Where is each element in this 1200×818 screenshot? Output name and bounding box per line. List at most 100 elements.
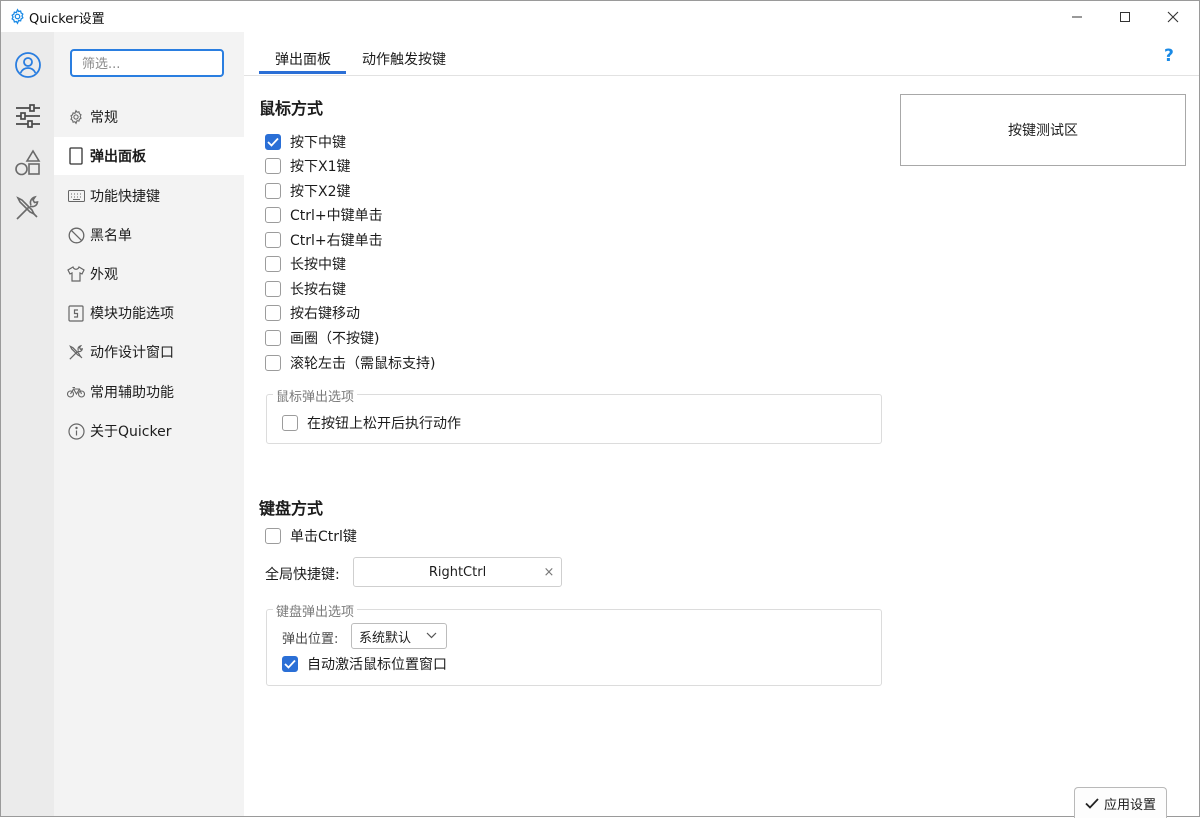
nav-item-label: 黑名单: [90, 228, 132, 244]
chevron-down-icon: [426, 632, 437, 639]
mouse-section-title: 鼠标方式: [259, 99, 324, 118]
checkbox-label: 按右键移动: [290, 306, 360, 322]
nav-item-label: 动作设计窗口: [90, 345, 174, 361]
clear-hotkey-button[interactable]: ×: [543, 564, 555, 580]
info-icon: [67, 422, 85, 440]
checkbox[interactable]: [265, 232, 281, 248]
checkbox-label: 在按钮上松开后执行动作: [307, 416, 461, 432]
rail-user-button[interactable]: [1, 42, 54, 88]
nav-item-general[interactable]: 常规: [54, 98, 244, 136]
mouse-option-long-right[interactable]: 长按右键: [265, 279, 346, 299]
nav-item-label: 功能快捷键: [90, 189, 160, 205]
key-test-area[interactable]: 按键测试区: [900, 94, 1186, 166]
rail-tools-button[interactable]: [1, 185, 54, 231]
shapes-icon: [14, 149, 40, 176]
checkbox[interactable]: [265, 207, 281, 223]
checkbox[interactable]: [282, 656, 298, 672]
tab-popup-panel[interactable]: 弹出面板: [275, 49, 331, 69]
global-hotkey-label: 全局快捷键:: [265, 567, 340, 583]
nav-item-label: 外观: [90, 267, 118, 283]
rail-shapes-button[interactable]: [1, 140, 54, 186]
nav-item-label: 弹出面板: [90, 149, 146, 165]
active-tab-indicator: [259, 71, 346, 74]
maximize-icon: [1120, 11, 1130, 22]
settings-gear-icon: [11, 8, 24, 25]
key-test-label: 按键测试区: [1008, 123, 1078, 139]
release-on-button-option[interactable]: 在按钮上松开后执行动作: [282, 413, 461, 433]
mouse-option-middle-click[interactable]: 按下中键: [265, 132, 346, 152]
keyboard-icon: [67, 187, 85, 205]
filter-input[interactable]: [80, 52, 219, 76]
checkbox-label: 长按中键: [290, 257, 346, 273]
tools-icon: [15, 195, 38, 220]
mouse-option-long-middle[interactable]: 长按中键: [265, 254, 346, 274]
tshirt-icon: [67, 265, 85, 283]
minimize-icon: [1072, 16, 1082, 17]
checkbox[interactable]: [265, 355, 281, 371]
maximize-button[interactable]: [1102, 1, 1148, 32]
tools-icon: [67, 343, 85, 361]
nav-item-label: 常规: [90, 110, 118, 126]
checkbox[interactable]: [265, 158, 281, 174]
checkbox[interactable]: [265, 305, 281, 321]
checkbox-label: 画圈（不按键): [290, 331, 380, 347]
checkbox[interactable]: [265, 330, 281, 346]
help-button[interactable]: ?: [1164, 46, 1174, 66]
filter-field[interactable]: [70, 49, 224, 77]
minimize-button[interactable]: [1054, 1, 1100, 32]
mouse-option-x2[interactable]: 按下X2键: [265, 181, 351, 201]
tab-action-trigger-keys[interactable]: 动作触发按键: [362, 49, 446, 69]
mouse-option-x1[interactable]: 按下X1键: [265, 156, 351, 176]
checkbox-label: 按下中键: [290, 135, 346, 151]
popup-position-select[interactable]: 系统默认: [351, 623, 447, 649]
icon-rail: [1, 32, 54, 816]
checkbox-label: 单击Ctrl键: [290, 529, 357, 545]
nav-item-popup-panel[interactable]: 弹出面板: [54, 137, 244, 175]
checkbox[interactable]: [265, 256, 281, 272]
mouse-popup-options-group: 鼠标弹出选项 在按钮上松开后执行动作: [266, 386, 882, 444]
nav-item-module-options[interactable]: 模块功能选项: [54, 294, 244, 332]
checkbox-label: 长按右键: [290, 282, 346, 298]
nav-item-label: 模块功能选项: [90, 306, 174, 322]
popup-position-value: 系统默认: [359, 630, 412, 646]
nav-item-action-design-window[interactable]: 动作设计窗口: [54, 333, 244, 371]
nav-item-blacklist[interactable]: 黑名单: [54, 216, 244, 254]
checkbox-label: Ctrl+右键单击: [290, 233, 383, 249]
checkbox[interactable]: [265, 528, 281, 544]
mouse-option-ctrl-right[interactable]: Ctrl+右键单击: [265, 230, 383, 250]
rail-settings-button[interactable]: [1, 93, 54, 139]
nav-item-appearance[interactable]: 外观: [54, 255, 244, 293]
checkbox-label: 按下X2键: [290, 184, 351, 200]
check-icon: [284, 659, 296, 669]
apply-settings-button[interactable]: 应用设置: [1074, 787, 1167, 818]
mouse-option-circle[interactable]: 画圈（不按键): [265, 328, 379, 348]
nav-item-assist-features[interactable]: 常用辅助功能: [54, 373, 244, 411]
sliders-icon: [15, 104, 40, 128]
close-icon: [1167, 11, 1179, 22]
checkbox[interactable]: [265, 183, 281, 199]
close-button[interactable]: [1150, 1, 1196, 32]
checkbox-label: 按下X1键: [290, 159, 351, 175]
nav-item-label: 常用辅助功能: [90, 385, 174, 401]
checkbox-label: 滚轮左击（需鼠标支持): [290, 356, 436, 372]
checkbox[interactable]: [265, 134, 281, 150]
mouse-option-wheel-left[interactable]: 滚轮左击（需鼠标支持): [265, 353, 435, 373]
popup-position-label: 弹出位置:: [282, 632, 339, 647]
checkbox[interactable]: [265, 281, 281, 297]
checkbox-label: Ctrl+中键单击: [290, 208, 383, 224]
nav-item-hotkeys[interactable]: 功能快捷键: [54, 177, 244, 215]
panel-icon: [67, 147, 85, 165]
global-hotkey-input[interactable]: RightCtrl ×: [353, 557, 562, 587]
mouse-option-right-drag[interactable]: 按右键移动: [265, 303, 360, 323]
single-ctrl-option[interactable]: 单击Ctrl键: [265, 526, 357, 546]
mouse-option-ctrl-middle[interactable]: Ctrl+中键单击: [265, 205, 383, 225]
checkbox-label: 自动激活鼠标位置窗口: [307, 657, 447, 673]
nav-item-about[interactable]: 关于Quicker: [54, 412, 244, 450]
hotkey-value: RightCtrl: [428, 564, 487, 580]
checkbox[interactable]: [282, 415, 298, 431]
auto-activate-window-option[interactable]: 自动激活鼠标位置窗口: [282, 654, 447, 674]
module-icon: [67, 304, 85, 322]
tab-divider: [244, 75, 1199, 76]
group-legend: 鼠标弹出选项: [273, 386, 358, 405]
keyboard-section-title: 键盘方式: [259, 499, 324, 518]
